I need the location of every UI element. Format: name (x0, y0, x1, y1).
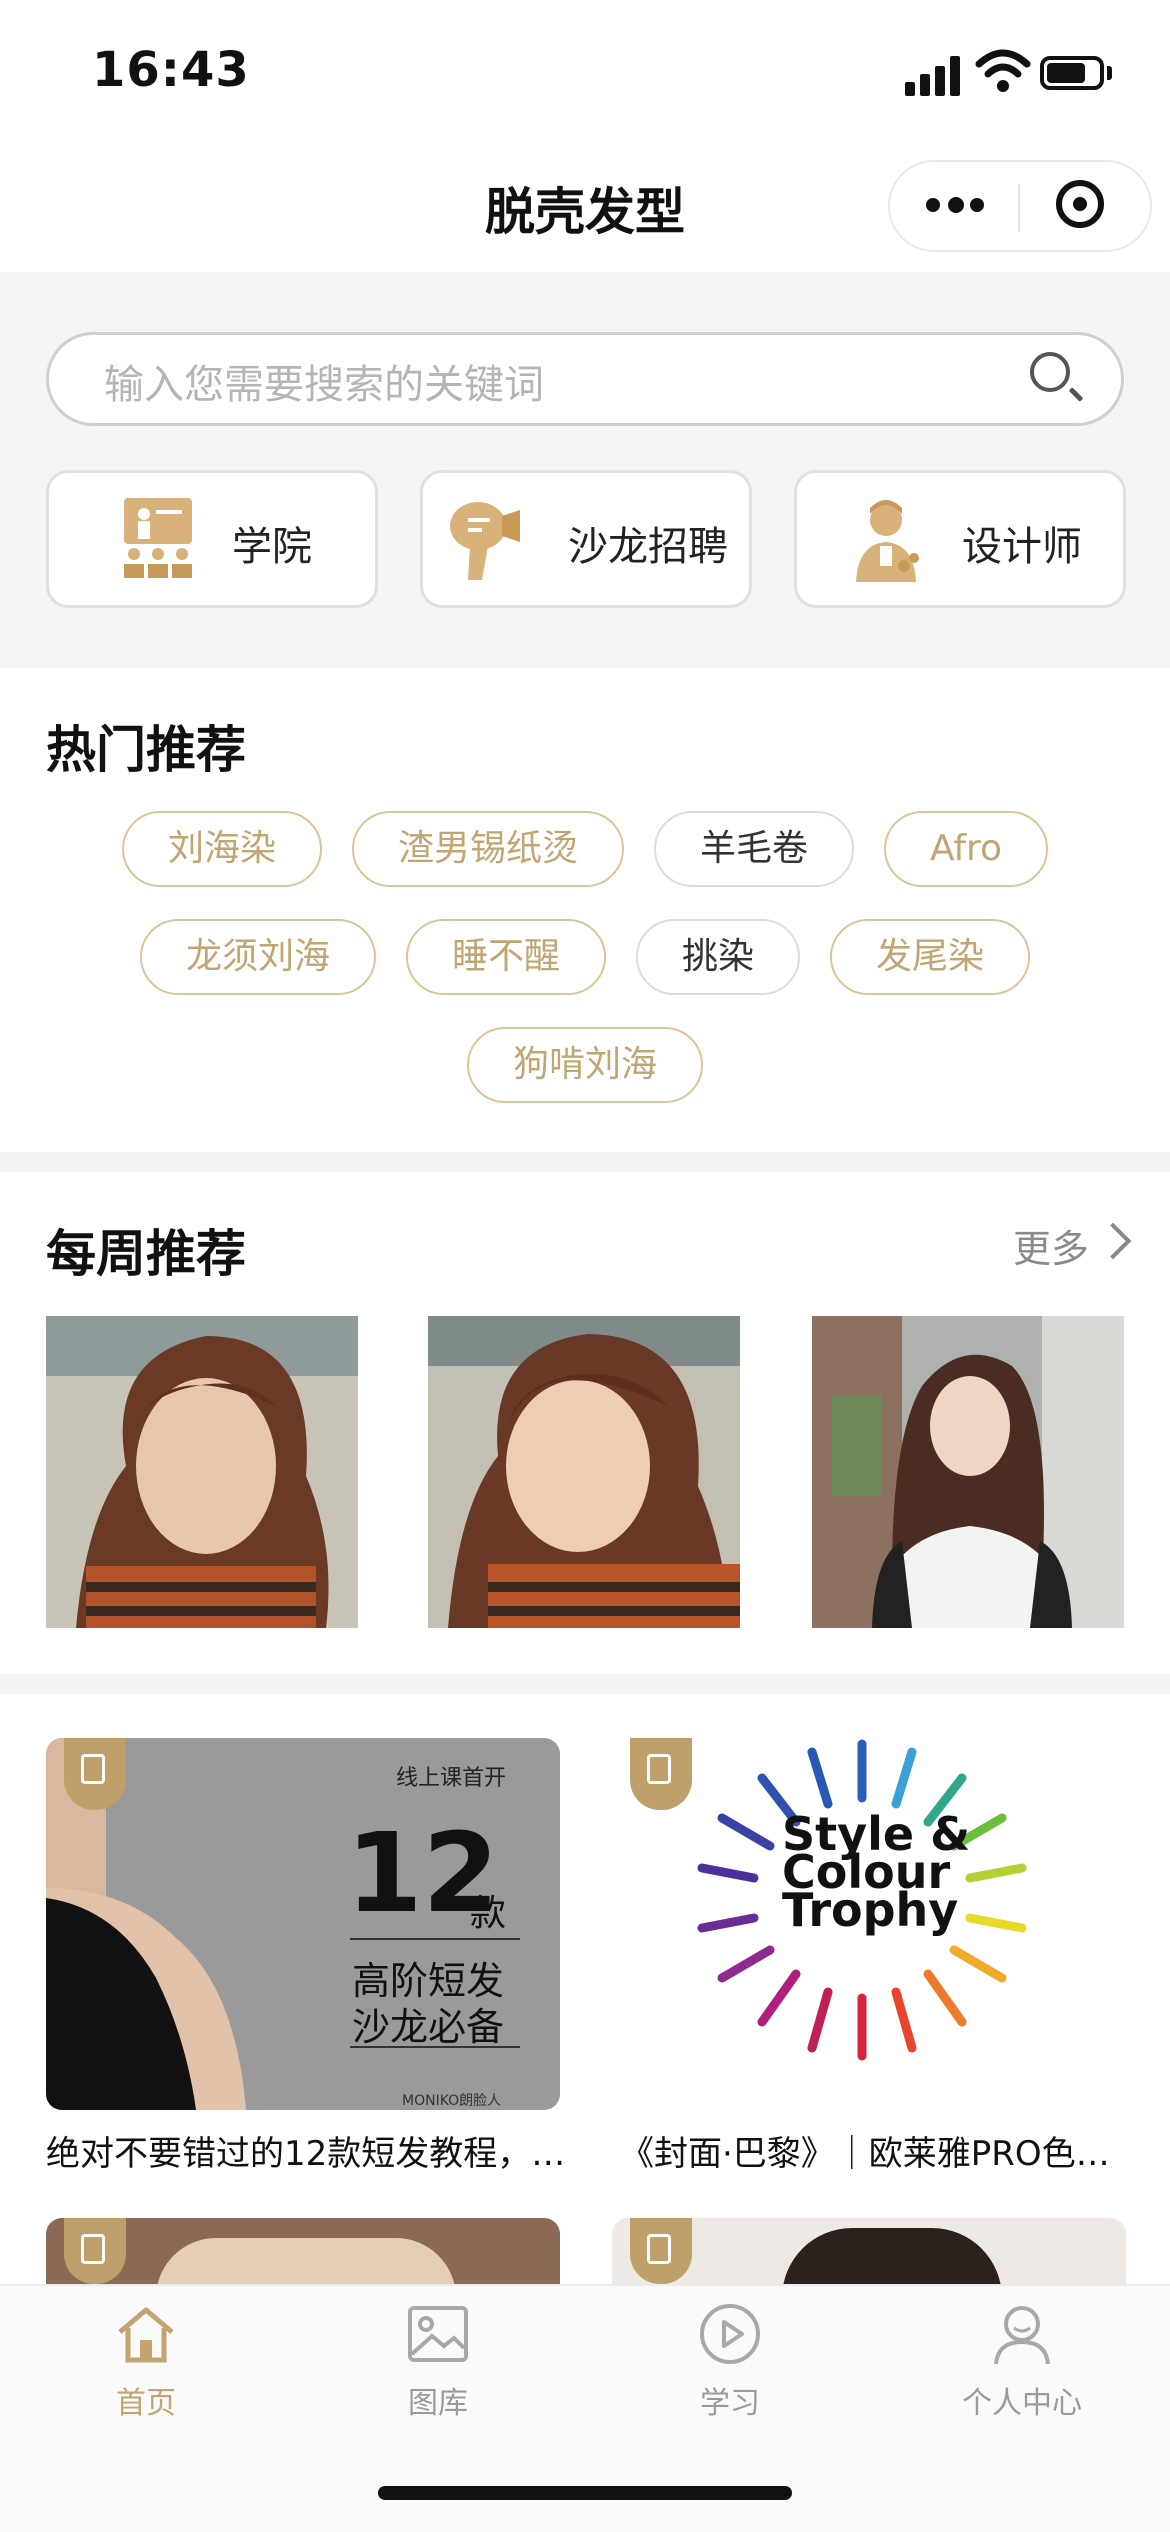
quick-link-label: 沙龙招聘 (568, 524, 728, 570)
document-icon (64, 1738, 126, 1810)
designer-icon (856, 500, 919, 582)
tab-label: 图库 (408, 2386, 468, 2421)
more-link[interactable]: 更多 (1013, 1218, 1089, 1273)
battery-icon (1040, 56, 1104, 90)
weekly-photo[interactable] (46, 1316, 358, 1628)
academy-icon (124, 498, 192, 578)
cover-brand: MONIKO朗脸人 (402, 2093, 502, 2109)
quick-link-academy[interactable] (46, 470, 378, 608)
hot-tag[interactable]: 发尾染 (830, 919, 1030, 995)
tab-label: 学习 (700, 2386, 760, 2421)
status-time: 16:43 (92, 42, 250, 98)
tab-label: 首页 (116, 2386, 176, 2421)
hot-tag[interactable]: Afro (884, 811, 1048, 887)
home-icon (118, 2307, 174, 2363)
feed-card-cover[interactable]: 线上课首开 12 款 高阶短发 沙龙必备 MONIKO朗脸人 (46, 1738, 560, 2110)
cellular-signal-icon (905, 52, 965, 96)
hot-tag[interactable]: 刘海染 (122, 811, 322, 887)
hot-tag[interactable]: 挑染 (636, 919, 800, 995)
hot-tag[interactable]: 渣男锡纸烫 (352, 811, 624, 887)
cover-unit: 款 (470, 1893, 507, 1934)
hot-tag[interactable]: 龙须刘海 (140, 919, 376, 995)
profile-icon (994, 2306, 1050, 2365)
wifi-icon (975, 49, 1031, 92)
quick-link-label: 设计师 (962, 524, 1082, 570)
weekly-section-title: 每周推荐 (46, 1225, 246, 1283)
battery-tip (1107, 66, 1112, 80)
close-miniprogram-icon[interactable] (1056, 180, 1104, 228)
tab-label: 个人中心 (962, 2386, 1082, 2421)
section-divider (0, 1674, 1170, 1694)
hot-section-title: 热门推荐 (46, 721, 246, 779)
hot-tag[interactable]: 羊毛卷 (654, 811, 854, 887)
search-icon[interactable] (1030, 352, 1070, 392)
chevron-right-icon[interactable] (1094, 1222, 1132, 1260)
feed-card-title[interactable]: 《封面·巴黎》｜欧莱雅PRO色… (620, 2126, 1140, 2175)
quick-link-label: 学院 (232, 524, 312, 570)
feed-card-cover[interactable]: Style & Colour Trophy (612, 1738, 1126, 2110)
search-placeholder: 输入您需要搜索的关键词 (104, 362, 544, 408)
weekly-photo[interactable] (812, 1316, 1124, 1628)
weekly-photo[interactable] (428, 1316, 740, 1628)
video-icon (64, 2218, 126, 2284)
cover-rule (350, 1938, 520, 1940)
hot-tag[interactable]: 睡不醒 (406, 919, 606, 995)
more-icon[interactable] (926, 188, 986, 218)
play-icon (700, 2304, 760, 2364)
feed-card-title[interactable]: 绝对不要错过的12款短发教程，… (46, 2126, 566, 2175)
home-indicator (378, 2486, 792, 2500)
document-icon (630, 1738, 692, 1810)
hot-tag[interactable]: 狗啃刘海 (467, 1027, 703, 1103)
cover-rule (350, 2046, 520, 2048)
hair-dryer-icon (450, 502, 520, 580)
gallery-icon (408, 2306, 468, 2362)
cover-top-text: 线上课首开 (396, 1766, 507, 1791)
cover-line: 沙龙必备 (352, 2005, 505, 2049)
section-divider (0, 1152, 1170, 1172)
capsule-divider (1018, 184, 1020, 232)
video-icon (630, 2218, 692, 2284)
cover-line: Trophy (782, 1883, 959, 1937)
